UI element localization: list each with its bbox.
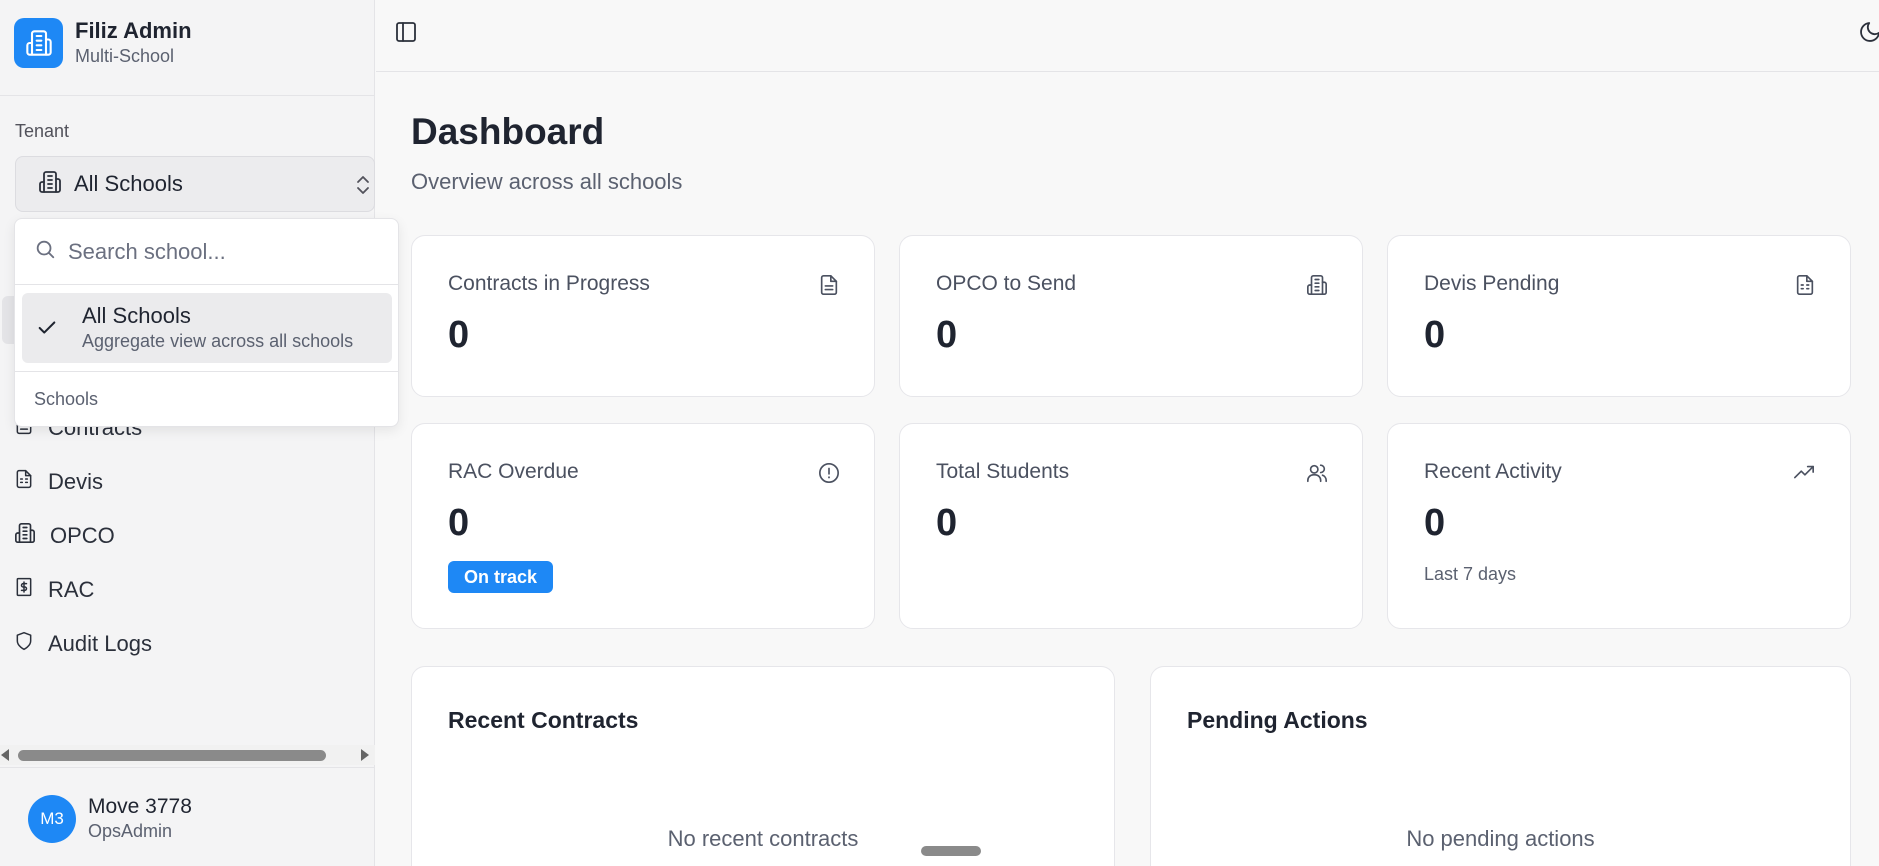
stat-note: Last 7 days (1424, 564, 1517, 584)
stat-label: Devis Pending (1424, 272, 1560, 295)
brand-title: Filiz Admin (75, 18, 192, 43)
stat-value: 0 (448, 502, 470, 544)
page-subtitle: Overview across all schools (411, 169, 683, 194)
tenant-label: Tenant (15, 121, 70, 141)
stat-label: RAC Overdue (448, 460, 579, 483)
stat-label: OPCO to Send (936, 272, 1077, 295)
user-menu[interactable]: M3 Move 3778 OpsAdmin (28, 794, 192, 843)
stat-card-recent-activity: Recent Activity 0 Last 7 days (1387, 423, 1851, 629)
stat-value: 0 (1424, 502, 1446, 544)
nav-item-highlight-partial (2, 296, 14, 344)
topbar (376, 0, 1879, 72)
option-title: All Schools (82, 303, 191, 328)
chevrons-up-down-icon (354, 173, 372, 202)
shield-icon (14, 630, 34, 658)
scroll-right-arrow-icon[interactable] (361, 749, 369, 761)
users-icon (1306, 462, 1328, 489)
panel-left-icon (394, 22, 418, 48)
moon-icon (1858, 22, 1879, 48)
sidebar-item-opco[interactable]: OPCO (14, 516, 115, 556)
brand-subtitle: Multi-School (75, 46, 175, 66)
tenant-select[interactable]: All Schools (15, 156, 375, 212)
pending-actions-panel: Pending Actions No pending actions (1150, 666, 1851, 866)
sidebar-item-label: RAC (48, 577, 95, 602)
dropdown-group-label: Schools (34, 389, 99, 409)
file-spreadsheet-icon (1794, 274, 1816, 301)
page-title: Dashboard (411, 111, 605, 152)
empty-state-text: No recent contracts (667, 826, 859, 851)
building-icon (38, 170, 62, 199)
stat-card-opco-to-send: OPCO to Send 0 (899, 235, 1363, 397)
alert-circle-icon (818, 462, 840, 489)
recent-contracts-panel: Recent Contracts No recent contracts (411, 666, 1115, 866)
stat-value: 0 (1424, 314, 1446, 356)
sidebar-toggle-button[interactable] (394, 20, 422, 48)
tenant-dropdown: All Schools Aggregate view across all sc… (14, 218, 399, 427)
stat-card-total-students: Total Students 0 (899, 423, 1363, 629)
receipt-dollar-icon (14, 576, 34, 604)
stat-value: 0 (936, 314, 958, 356)
sidebar: Filiz Admin Multi-School Tenant All Scho… (0, 0, 375, 866)
tenant-selected-value: All Schools (74, 171, 183, 196)
scrollbar-thumb[interactable] (18, 750, 326, 761)
sidebar-item-rac[interactable]: RAC (14, 570, 94, 610)
file-text-icon (818, 274, 840, 301)
search-icon (34, 238, 56, 265)
scroll-left-arrow-icon[interactable] (1, 749, 9, 761)
sidebar-divider (0, 95, 375, 96)
panel-title: Pending Actions (1187, 707, 1368, 733)
panel-title: Recent Contracts (448, 707, 639, 733)
main-content: Dashboard Overview across all schools Co… (376, 73, 1879, 866)
app-root: Filiz Admin Multi-School Tenant All Scho… (0, 0, 1879, 866)
school-search-input[interactable] (68, 238, 368, 265)
status-badge: On track (448, 561, 554, 593)
sidebar-horizontal-scrollbar[interactable] (0, 745, 375, 765)
sidebar-item-label: OPCO (50, 523, 115, 548)
stat-label: Contracts in Progress (448, 272, 650, 295)
option-subtitle: Aggregate view across all schools (82, 331, 354, 351)
sidebar-footer-divider (0, 767, 375, 768)
building-icon (1306, 274, 1328, 301)
sidebar-item-audit-logs[interactable]: Audit Logs (14, 624, 152, 664)
school-search (15, 219, 398, 285)
stat-value: 0 (936, 502, 958, 544)
dropdown-divider (15, 371, 398, 372)
empty-state-text: No pending actions (1406, 826, 1595, 851)
stat-label: Recent Activity (1424, 460, 1562, 483)
sidebar-item-label: Audit Logs (48, 631, 152, 656)
user-name: Move 3778 (88, 795, 192, 818)
stat-card-rac-overdue: RAC Overdue 0 On track (411, 423, 875, 629)
stat-value: 0 (448, 314, 470, 356)
user-role: OpsAdmin (88, 821, 173, 841)
stat-label: Total Students (936, 460, 1070, 483)
stat-card-devis-pending: Devis Pending 0 (1387, 235, 1851, 397)
avatar: M3 (28, 794, 76, 843)
file-spreadsheet-icon (14, 468, 34, 496)
option-all-schools[interactable]: All Schools Aggregate view across all sc… (22, 293, 392, 363)
sidebar-item-label: Devis (48, 469, 104, 494)
theme-toggle-button[interactable] (1858, 20, 1879, 48)
stat-card-contracts-in-progress: Contracts in Progress 0 (411, 235, 875, 397)
brand[interactable]: Filiz Admin Multi-School (14, 18, 192, 68)
trending-up-icon (1792, 462, 1816, 489)
check-icon (36, 317, 58, 344)
building-icon (14, 18, 63, 68)
sidebar-item-devis[interactable]: Devis (14, 462, 103, 502)
drag-handle[interactable] (921, 846, 981, 856)
building-icon (14, 522, 36, 550)
